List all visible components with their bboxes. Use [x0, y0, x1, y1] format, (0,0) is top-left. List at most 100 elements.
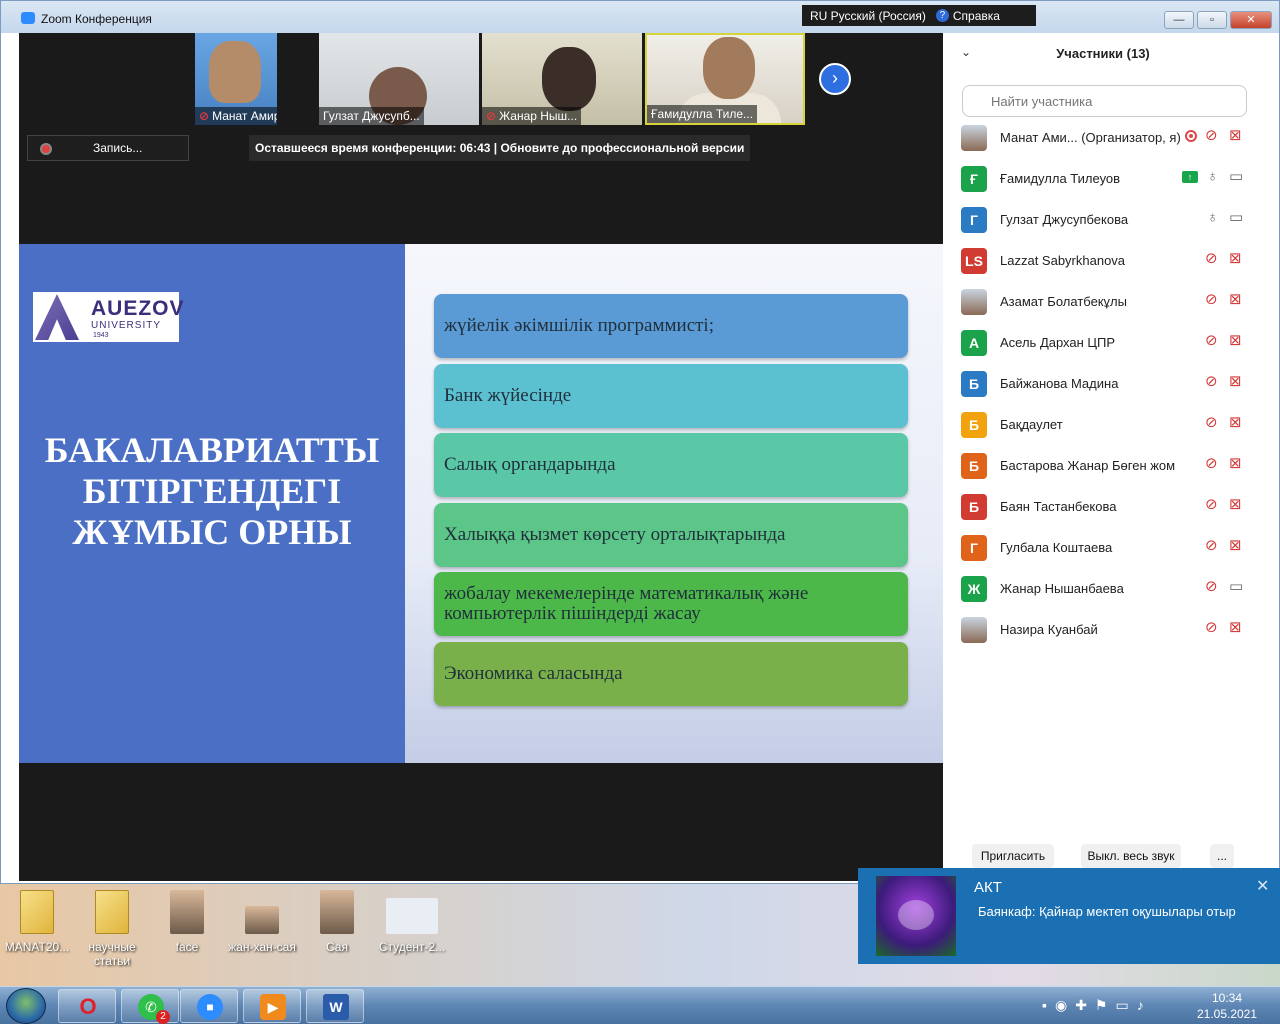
- mic-muted-icon[interactable]: ⊘: [1205, 496, 1218, 514]
- zoom-logo-icon: [21, 12, 35, 24]
- minimize-button[interactable]: —: [1164, 11, 1194, 29]
- close-button[interactable]: ✕: [1230, 11, 1272, 29]
- invite-button[interactable]: Пригласить: [972, 844, 1054, 868]
- mic-muted-icon[interactable]: ⊘: [1205, 291, 1218, 309]
- title-bar: Zoom Конференция RU Русский (Россия) ? Сп…: [1, 1, 1279, 33]
- mic-muted-icon[interactable]: ⊘: [1205, 127, 1218, 145]
- camera-off-icon[interactable]: ⊠: [1229, 414, 1242, 432]
- camera-off-icon[interactable]: ⊠: [1229, 619, 1242, 637]
- mic-muted-icon[interactable]: ⊘: [1205, 455, 1218, 473]
- mic-muted-icon[interactable]: ⊘: [1205, 414, 1218, 432]
- tile-name-text: Жанар Ныш...: [499, 109, 578, 123]
- desktop-icon-papers[interactable]: научные статьи: [75, 890, 149, 968]
- start-button[interactable]: [6, 988, 46, 1024]
- participant-row[interactable]: Манат Ами... (Организатор, я) ⊘ ⊠: [943, 119, 1279, 160]
- participant-row[interactable]: Б Бастарова Жанар Бөген жом ⊘ ⊠: [943, 447, 1279, 488]
- participant-row[interactable]: Ж Жанар Нышанбаева ⊘ ▭: [943, 570, 1279, 611]
- video-tile[interactable]: ⊘Манат Амир...: [195, 33, 277, 125]
- participant-row[interactable]: Б Бақдаулет ⊘ ⊠: [943, 406, 1279, 447]
- camera-off-icon[interactable]: ⊠: [1229, 537, 1242, 555]
- mic-muted-icon[interactable]: ⊘: [1205, 373, 1218, 391]
- taskbar-word[interactable]: W: [306, 989, 364, 1023]
- mic-muted-icon[interactable]: ⊘: [1205, 619, 1218, 637]
- participant-name: Азамат Болатбекұлы: [1000, 294, 1127, 309]
- zoom-tray-icon[interactable]: ▪: [1042, 997, 1055, 1013]
- participant-row[interactable]: Назира Куанбай ⊘ ⊠: [943, 611, 1279, 652]
- participant-row[interactable]: Азамат Болатбекұлы ⊘ ⊠: [943, 283, 1279, 324]
- desktop-icon-face[interactable]: face: [150, 890, 224, 954]
- logo-subtext: UNIVERSITY: [91, 320, 162, 331]
- taskbar-opera[interactable]: O: [58, 989, 116, 1023]
- notification-toast[interactable]: АКТ Баянкаф: Қайнар мектеп оқушылары оты…: [858, 868, 1280, 964]
- desktop-icon-student[interactable]: Студент-2...: [375, 890, 449, 954]
- mic-muted-icon[interactable]: ⊘: [1205, 332, 1218, 350]
- language-indicator[interactable]: RU Русский (Россия): [810, 9, 926, 23]
- language-bar[interactable]: RU Русский (Россия) ? Справка: [802, 5, 1036, 26]
- flag-icon[interactable]: ⚑: [1095, 997, 1116, 1013]
- desktop-icon-manat[interactable]: MANAT20...: [0, 890, 74, 954]
- network-icon[interactable]: ◉: [1055, 997, 1075, 1013]
- mic-muted-icon: ⊘: [199, 109, 210, 123]
- participant-row[interactable]: Г Гулбала Коштаева ⊘ ⊠: [943, 529, 1279, 570]
- desktop-icon-zhan-khan-saya[interactable]: жан-хан-сая: [225, 890, 299, 954]
- camera-icon[interactable]: ▭: [1229, 168, 1243, 186]
- taskbar-media-player[interactable]: ▶: [243, 989, 301, 1023]
- security-icon[interactable]: ✚: [1075, 997, 1095, 1013]
- mute-all-button[interactable]: Выкл. весь звук: [1081, 844, 1181, 868]
- camera-off-icon[interactable]: ⊠: [1229, 250, 1242, 268]
- folder-icon: [20, 890, 54, 934]
- participant-name: Манат Ами... (Организатор, я): [1000, 130, 1181, 145]
- volume-icon[interactable]: ♪: [1137, 997, 1152, 1013]
- clock[interactable]: 10:34 21.05.2021: [1192, 990, 1262, 1022]
- mic-muted-icon[interactable]: ⊘: [1205, 537, 1218, 555]
- taskbar-whatsapp[interactable]: ✆ 2: [121, 989, 179, 1024]
- participant-row[interactable]: Б Баян Тастанбекова ⊘ ⊠: [943, 488, 1279, 529]
- image-file-icon: [170, 890, 204, 934]
- camera-off-icon[interactable]: ⊠: [1229, 127, 1242, 145]
- camera-off-icon[interactable]: ⊠: [1229, 332, 1242, 350]
- participant-name: Бақдаулет: [1000, 417, 1063, 432]
- maximize-button[interactable]: ▫: [1197, 11, 1227, 29]
- participant-row[interactable]: Ғ Ғамидулла Тилеуов ↑ ♁ ▭: [943, 160, 1279, 201]
- taskbar-zoom[interactable]: ■: [180, 989, 238, 1023]
- participant-row[interactable]: А Асель Дархан ЦПР ⊘ ⊠: [943, 324, 1279, 365]
- mic-muted-icon[interactable]: ⊘: [1205, 578, 1218, 596]
- system-tray[interactable]: ▪◉✚⚑▭♪: [1042, 997, 1152, 1014]
- participant-row[interactable]: Б Байжанова Мадина ⊘ ⊠: [943, 365, 1279, 406]
- help-button[interactable]: ? Справка: [935, 9, 1000, 23]
- mic-muted-icon[interactable]: ⊘: [1205, 250, 1218, 268]
- clock-time: 10:34: [1211, 991, 1243, 1005]
- notification-close-button[interactable]: ✕: [1256, 876, 1269, 896]
- slide-title-line: ЖҰМЫС ОРНЫ: [72, 512, 352, 552]
- participant-row[interactable]: LS Lazzat Sabyrkhanova ⊘ ⊠: [943, 242, 1279, 283]
- camera-off-icon[interactable]: ⊠: [1229, 496, 1242, 514]
- notification-title: АКТ: [974, 879, 1002, 896]
- participant-video: [209, 41, 261, 103]
- slide-title: БАКАЛАВРИАТТЫ БІТІРГЕНДЕГІ ЖҰМЫС ОРНЫ: [27, 430, 397, 553]
- camera-off-icon[interactable]: ⊠: [1229, 455, 1242, 473]
- next-page-button[interactable]: ›: [819, 63, 851, 95]
- university-logo-icon: [35, 294, 79, 340]
- zoom-icon: ■: [197, 994, 223, 1020]
- participant-row[interactable]: Г Гулзат Джусупбекова ♁ ▭: [943, 201, 1279, 242]
- participant-name: Гулбала Коштаева: [1000, 540, 1113, 555]
- more-button[interactable]: ...: [1210, 844, 1234, 868]
- recording-indicator[interactable]: Запись...: [27, 135, 189, 161]
- slide-item-box: Салық органдарында: [434, 433, 908, 497]
- camera-off-icon[interactable]: ⊠: [1229, 373, 1242, 391]
- display-icon[interactable]: ▭: [1115, 997, 1136, 1013]
- video-tile[interactable]: Гулзат Джусупб...: [319, 33, 479, 125]
- camera-icon[interactable]: ▭: [1229, 209, 1243, 227]
- video-tile[interactable]: ⊘ Жанар Ныш...: [482, 33, 642, 125]
- microphone-icon[interactable]: ♁: [1207, 209, 1218, 227]
- camera-icon[interactable]: ▭: [1229, 578, 1243, 596]
- microphone-icon[interactable]: ♁: [1207, 168, 1218, 186]
- camera-off-icon[interactable]: ⊠: [1229, 291, 1242, 309]
- slide-item-box: жобалау мекемелерінде математикалық және…: [434, 572, 908, 636]
- university-logo: AUEZOV UNIVERSITY 1943: [33, 292, 184, 342]
- avatar: Б: [961, 494, 987, 520]
- desktop-icon-saya[interactable]: Сая: [300, 890, 374, 954]
- meeting-area: ⊘Манат Амир... Гулзат Джусупб... ⊘Жанар …: [19, 33, 943, 881]
- search-participant-input[interactable]: [962, 85, 1247, 117]
- video-tile-active-speaker[interactable]: Ғамидулла Тиле...: [645, 33, 805, 125]
